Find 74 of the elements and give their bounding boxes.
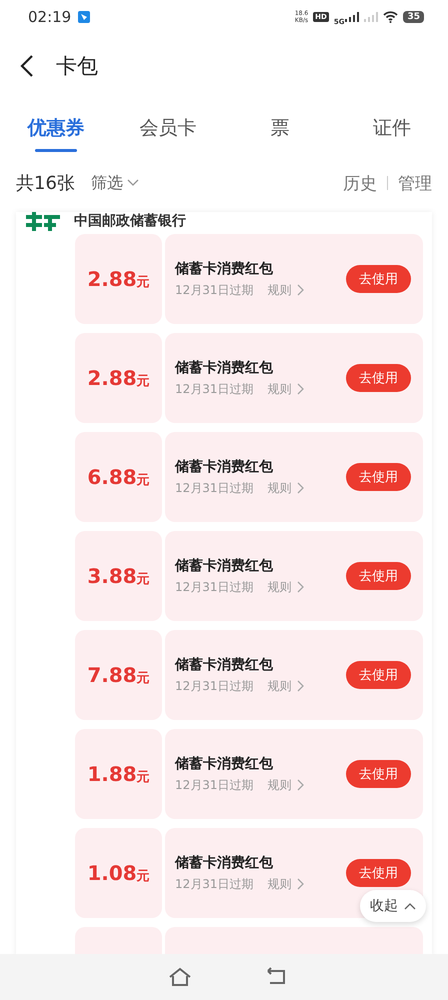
coupon-title: 储蓄卡消费红包 [175, 358, 274, 376]
bank-logo-icon [26, 212, 62, 233]
use-button[interactable]: 去使用 [346, 364, 411, 392]
history-link[interactable]: 历史 [343, 172, 377, 194]
rules-link[interactable]: 规则 [268, 282, 305, 298]
clock: 02:19 [28, 8, 72, 26]
coupon-amount: 1.88 [87, 762, 137, 786]
coupon-amount: 1.08 [87, 861, 137, 885]
use-button[interactable]: 去使用 [346, 265, 411, 293]
coupon-title: 储蓄卡消费红包 [175, 656, 274, 674]
tab[interactable]: 会员卡 [112, 98, 224, 158]
signal-icon [364, 12, 378, 22]
expiry-date: 12月31日过期 [175, 578, 254, 596]
rules-link[interactable]: 规则 [268, 876, 305, 892]
expiry-date: 12月31日过期 [175, 480, 254, 496]
currency-unit: 元 [136, 571, 150, 588]
chevron-right-icon [296, 878, 305, 890]
tab[interactable]: 票 [224, 98, 336, 158]
coupon-title: 储蓄卡消费红包 [175, 458, 274, 476]
manage-link[interactable]: 管理 [398, 172, 432, 194]
collapse-button[interactable]: 收起 [360, 890, 426, 922]
back-icon [20, 54, 34, 78]
coupon-title: 储蓄卡消费红包 [175, 854, 274, 872]
use-button[interactable]: 去使用 [346, 760, 411, 788]
back-button[interactable] [20, 54, 34, 78]
wifi-icon [383, 11, 398, 23]
currency-unit: 元 [136, 670, 150, 687]
use-button[interactable]: 去使用 [346, 859, 411, 887]
currency-unit: 元 [136, 274, 150, 291]
coupon-count: 共16张 [16, 172, 75, 195]
tab[interactable]: 证件 [336, 98, 448, 158]
home-button[interactable] [168, 967, 192, 987]
expiry-date: 12月31日过期 [175, 876, 254, 892]
rules-link[interactable]: 规则 [268, 380, 305, 398]
rules-link[interactable]: 规则 [268, 678, 305, 694]
expiry-date: 12月31日过期 [175, 678, 254, 694]
expiry-date: 12月31日过期 [175, 380, 254, 398]
chevron-right-icon [296, 779, 305, 791]
expiry-date: 12月31日过期 [175, 776, 254, 794]
chevron-down-icon [126, 179, 139, 187]
rules-link[interactable]: 规则 [268, 480, 305, 496]
currency-unit: 元 [136, 769, 150, 786]
currency-unit: 元 [136, 868, 150, 885]
rules-link[interactable]: 规则 [268, 776, 305, 794]
coupon-amount: 2.88 [87, 267, 137, 291]
coupon-title: 储蓄卡消费红包 [175, 260, 274, 278]
home-icon [168, 967, 192, 987]
coupon-amount: 3.88 [87, 564, 137, 588]
chevron-right-icon [296, 482, 305, 494]
currency-unit: 元 [136, 472, 150, 489]
use-button[interactable]: 去使用 [346, 661, 411, 689]
coupon-amount: 2.88 [87, 366, 137, 390]
chevron-up-icon [404, 902, 416, 910]
page-title: 卡包 [56, 53, 98, 80]
battery-indicator: 35 [403, 11, 424, 23]
chevron-right-icon [296, 284, 305, 296]
rules-link[interactable]: 规则 [268, 578, 305, 596]
signal-icon [345, 12, 360, 22]
tab[interactable]: 优惠券 [0, 98, 112, 158]
filter-dropdown[interactable]: 筛选 [90, 172, 139, 194]
chevron-right-icon [296, 581, 305, 593]
back-icon [266, 967, 288, 987]
coupon-amount: 7.88 [87, 663, 137, 687]
coupon-title: 储蓄卡消费红包 [175, 754, 274, 772]
currency-unit: 元 [136, 373, 150, 390]
coupon-amount: 6.88 [87, 465, 137, 489]
coupon-title: 储蓄卡消费红包 [175, 556, 274, 574]
bank-name: 中国邮政储蓄银行 [74, 212, 186, 230]
use-button[interactable]: 去使用 [346, 562, 411, 590]
chevron-right-icon [296, 680, 305, 692]
chevron-right-icon [296, 383, 305, 395]
use-button[interactable]: 去使用 [346, 463, 411, 491]
app-notification-icon [78, 11, 90, 23]
expiry-date: 12月31日过期 [175, 282, 254, 298]
